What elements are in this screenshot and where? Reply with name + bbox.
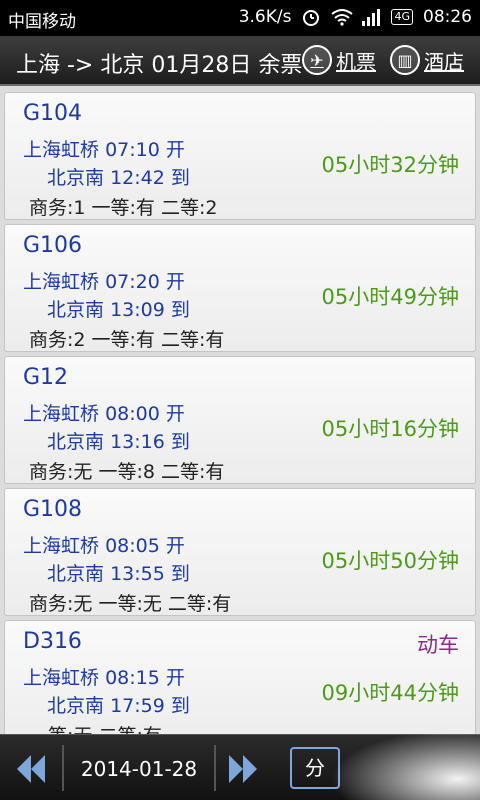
- arrival-info: 北京南 17:59 到: [47, 695, 190, 717]
- screen-glare: [330, 730, 480, 800]
- date-navigation-bar: 2014-01-28 分: [0, 730, 480, 800]
- airplane-icon: ✈: [302, 45, 332, 75]
- train-number: G108: [23, 497, 83, 522]
- arrival-info: 北京南 12:42 到: [47, 167, 190, 189]
- departure-info: 上海虹桥 07:10 开: [23, 139, 185, 161]
- departure-info: 上海虹桥 08:05 开: [23, 535, 185, 557]
- travel-duration: 05小时16分钟: [321, 417, 459, 441]
- seat-availability: 商务:1 一等:有 二等:2: [29, 197, 218, 219]
- flight-label: 机票: [336, 49, 376, 74]
- route-title: 上海 -> 北京 01月28日 余票: [16, 53, 303, 78]
- arrival-info: 北京南 13:09 到: [47, 299, 190, 321]
- seat-availability: 一等:无 二等:有: [29, 721, 162, 734]
- building-icon: ▥: [390, 45, 420, 75]
- travel-duration: 05小时32分钟: [321, 153, 459, 177]
- travel-duration: 05小时49分钟: [321, 285, 459, 309]
- train-card[interactable]: G12 上海虹桥 08:00 开 北京南 13:16 到 05小时16分钟 商务…: [4, 356, 476, 484]
- status-bar: 中国移动 3.6K/s 4G 08:26: [0, 0, 480, 36]
- left-arrow-icon: [31, 755, 45, 783]
- departure-info: 上海虹桥 08:00 开: [23, 403, 185, 425]
- seat-availability: 商务:无 一等:无 二等:有: [29, 593, 232, 615]
- network-type-badge: 4G: [391, 9, 413, 25]
- train-number: D316: [23, 629, 82, 654]
- seat-availability: 商务:2 一等:有 二等:有: [29, 329, 225, 351]
- train-type-badge: 动车: [417, 633, 459, 657]
- next-day-button[interactable]: [218, 747, 268, 791]
- date-selector[interactable]: 2014-01-28: [66, 749, 212, 789]
- train-list[interactable]: G104 上海虹桥 07:10 开 北京南 12:42 到 05小时32分钟 商…: [0, 88, 480, 734]
- train-number: G104: [23, 101, 83, 126]
- status-icons: 3.6K/s 4G 08:26: [239, 7, 472, 27]
- train-card[interactable]: G104 上海虹桥 07:10 开 北京南 12:42 到 05小时32分钟 商…: [4, 92, 476, 220]
- arrival-info: 北京南 13:16 到: [47, 431, 190, 453]
- hotel-button[interactable]: ▥ 酒店: [390, 45, 464, 75]
- divider: [62, 745, 64, 791]
- carrier-name: 中国移动: [8, 12, 76, 32]
- app-header: 上海 -> 北京 01月28日 余票 ✈ 机票 ▥ 酒店: [0, 36, 480, 86]
- train-card[interactable]: G108 上海虹桥 08:05 开 北京南 13:55 到 05小时50分钟 商…: [4, 488, 476, 616]
- previous-day-button[interactable]: [6, 747, 56, 791]
- hotel-label: 酒店: [424, 49, 464, 74]
- seat-availability: 商务:无 一等:8 二等:有: [29, 461, 225, 483]
- travel-duration: 09小时44分钟: [321, 681, 459, 705]
- travel-duration: 05小时50分钟: [321, 549, 459, 573]
- divider: [214, 745, 216, 791]
- departure-info: 上海虹桥 08:15 开: [23, 667, 185, 689]
- right-arrow-icon: [243, 755, 257, 783]
- alarm-icon: [301, 8, 321, 26]
- network-speed: 3.6K/s: [238, 7, 292, 27]
- flight-button[interactable]: ✈ 机票: [302, 45, 376, 75]
- signal-icon: [361, 8, 381, 26]
- right-arrow-icon: [229, 755, 243, 783]
- arrival-info: 北京南 13:55 到: [47, 563, 190, 585]
- train-card[interactable]: G106 上海虹桥 07:20 开 北京南 13:09 到 05小时49分钟 商…: [4, 224, 476, 352]
- train-card[interactable]: D316 动车 上海虹桥 08:15 开 北京南 17:59 到 09小时44分…: [4, 620, 476, 734]
- clock: 08:26: [423, 7, 472, 27]
- train-number: G106: [23, 233, 83, 258]
- departure-info: 上海虹桥 07:20 开: [23, 271, 185, 293]
- train-number: G12: [23, 365, 69, 390]
- wifi-icon: [331, 8, 354, 26]
- left-arrow-icon: [17, 755, 31, 783]
